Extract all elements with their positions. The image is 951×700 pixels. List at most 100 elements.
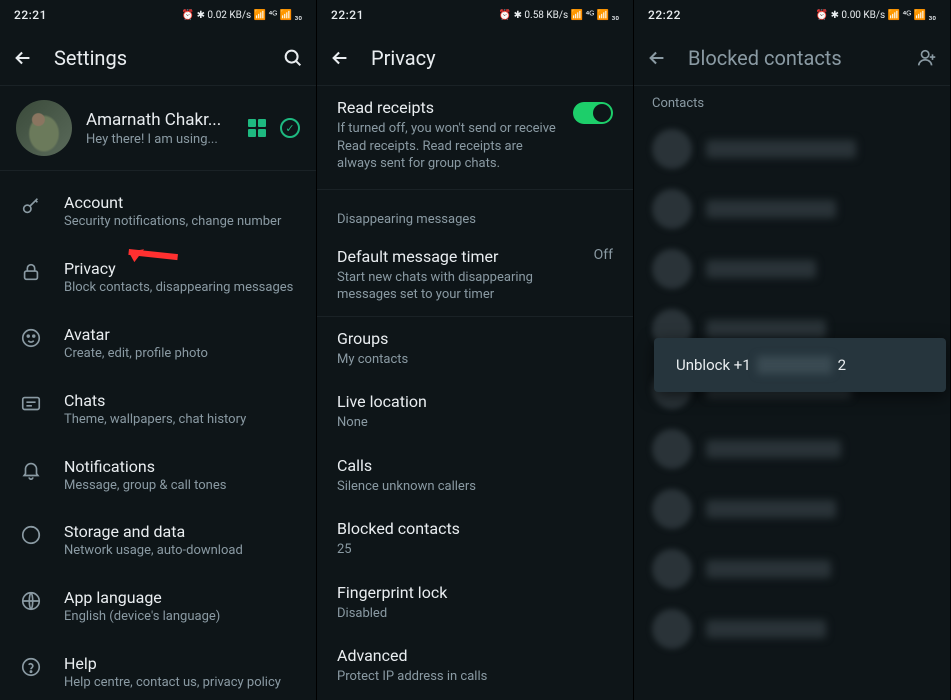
item-desc: Start new chats with disappearing messag…: [337, 269, 594, 304]
status-bar: 22:21 ⏰ ✱ 0.02 KB/s 📶 ⁴ᴳ 📶 ₃₀: [0, 0, 316, 30]
calls-row[interactable]: CallsSilence unknown callers: [317, 444, 633, 508]
contact-avatar: [652, 129, 692, 169]
settings-item-privacy[interactable]: Privacy Block contacts, disappearing mess…: [0, 245, 316, 311]
bell-icon: [20, 459, 42, 481]
settings-item-language[interactable]: App language English (device's language): [0, 574, 316, 640]
advanced-row[interactable]: Advanced Protect IP address in calls: [317, 634, 633, 698]
status-indicators: ⏰ ✱ 0.02 KB/s 📶 ⁴ᴳ 📶 ₃₀: [182, 10, 302, 21]
item-title: Default message timer: [337, 247, 594, 266]
item-title: App language: [64, 588, 300, 607]
chat-icon: [20, 393, 42, 415]
item-title: Notifications: [64, 457, 300, 476]
section-header: Disappearing messages: [317, 190, 633, 235]
settings-screen: 22:21 ⏰ ✱ 0.02 KB/s 📶 ⁴ᴳ 📶 ₃₀ Settings A…: [0, 0, 317, 700]
back-icon[interactable]: [646, 47, 668, 69]
privacy-screen: 22:21 ⏰ ✱ 0.58 KB/s 📶 ⁴ᴳ 📶 ₃₀ Privacy Re…: [317, 0, 634, 700]
item-value: Off: [594, 247, 613, 263]
key-icon: [20, 195, 42, 217]
status-indicators: ⏰ ✱ 0.58 KB/s 📶 ⁴ᴳ 📶 ₃₀: [499, 10, 619, 21]
search-icon[interactable]: [282, 47, 304, 69]
item-title: Live location: [337, 392, 613, 411]
item-title: Account: [64, 193, 300, 212]
settings-item-account[interactable]: Account Security notifications, change nu…: [0, 179, 316, 245]
item-title: Help: [64, 654, 300, 673]
settings-item-notifications[interactable]: Notifications Message, group & call tones: [0, 443, 316, 509]
contact-avatar: [652, 249, 692, 289]
item-desc: Security notifications, change number: [64, 214, 300, 231]
contact-name-redacted: [706, 440, 841, 458]
contact-name-redacted: [706, 560, 831, 578]
contact-row[interactable]: [634, 239, 950, 299]
profile-row[interactable]: Amarnath Chakr... Hey there! I am using.…: [0, 86, 316, 171]
status-indicators: ⏰ ✱ 0.00 KB/s 📶 ⁴ᴳ 📶 ₃₀: [816, 10, 936, 21]
contact-avatar: [652, 489, 692, 529]
contact-name-redacted: [706, 260, 816, 278]
status-bar: 22:22 ⏰ ✱ 0.00 KB/s 📶 ⁴ᴳ 📶 ₃₀: [634, 0, 950, 30]
item-title: Avatar: [64, 325, 300, 344]
item-desc: 25: [337, 541, 613, 559]
page-title: Settings: [54, 46, 262, 70]
app-bar: Settings: [0, 30, 316, 86]
settings-item-chats[interactable]: Chats Theme, wallpapers, chat history: [0, 377, 316, 443]
item-title: Fingerprint lock: [337, 583, 613, 602]
fingerprint-lock-row[interactable]: Fingerprint lock Disabled: [317, 571, 633, 635]
app-bar: Blocked contacts: [634, 30, 950, 86]
item-title: Calls: [337, 456, 613, 475]
read-receipts-toggle[interactable]: [573, 102, 613, 124]
back-icon[interactable]: [12, 47, 34, 69]
qr-code-icon[interactable]: [248, 119, 266, 137]
live-location-row[interactable]: Live locationNone: [317, 380, 633, 444]
contact-name-redacted: [706, 620, 826, 638]
contact-row[interactable]: [634, 419, 950, 479]
profile-name: Amarnath Chakr...: [86, 110, 234, 130]
profile-status: Hey there! I am using...: [86, 132, 234, 147]
item-desc: Protect IP address in calls: [337, 668, 613, 686]
unblock-context-menu[interactable]: Unblock +1 00 000 000 2: [654, 338, 946, 392]
unblock-label: Unblock +1 00 000 000 2: [676, 356, 846, 374]
page-title: Privacy: [371, 46, 621, 70]
clock-time: 22:21: [14, 8, 47, 22]
blocked-contacts-screen: 22:22 ⏰ ✱ 0.00 KB/s 📶 ⁴ᴳ 📶 ₃₀ Blocked co…: [634, 0, 951, 700]
item-desc: My contacts: [337, 351, 613, 369]
blocked-contacts-row[interactable]: Blocked contacts 25: [317, 507, 633, 571]
face-icon: [20, 327, 42, 349]
profile-text: Amarnath Chakr... Hey there! I am using.…: [86, 110, 234, 147]
app-bar: Privacy: [317, 30, 633, 86]
item-desc: Create, edit, profile photo: [64, 346, 300, 363]
settings-item-storage[interactable]: Storage and dataNetwork usage, auto-down…: [0, 508, 316, 574]
settings-item-avatar[interactable]: Avatar Create, edit, profile photo: [0, 311, 316, 377]
item-title: Privacy: [64, 259, 300, 278]
contact-row[interactable]: [634, 479, 950, 539]
item-desc: Message, group & call tones: [64, 478, 300, 495]
item-desc: Theme, wallpapers, chat history: [64, 412, 300, 429]
item-title: Chats: [64, 391, 300, 410]
profile-actions: ✓: [248, 118, 300, 138]
item-desc: Help centre, contact us, privacy policy: [64, 675, 300, 692]
contact-row[interactable]: [634, 539, 950, 599]
page-title: Blocked contacts: [688, 46, 896, 70]
read-receipts-row[interactable]: Read receipts If turned off, you won't s…: [317, 86, 633, 189]
contacts-section-header: Contacts: [634, 86, 950, 119]
default-timer-row[interactable]: Default message timer Start new chats wi…: [317, 235, 633, 316]
contact-avatar: [652, 549, 692, 589]
item-title: Blocked contacts: [337, 519, 613, 538]
contact-row[interactable]: [634, 119, 950, 179]
back-icon[interactable]: [329, 47, 351, 69]
settings-item-help[interactable]: Help Help centre, contact us, privacy pol…: [0, 640, 316, 700]
item-desc: English (device's language): [64, 609, 300, 626]
item-desc: Disabled: [337, 605, 613, 623]
status-bar: 22:21 ⏰ ✱ 0.58 KB/s 📶 ⁴ᴳ 📶 ₃₀: [317, 0, 633, 30]
groups-row[interactable]: Groups My contacts: [317, 317, 633, 381]
contact-name-redacted: [706, 200, 836, 218]
globe-icon: [20, 590, 42, 612]
item-desc: Block contacts, disappearing messages: [64, 280, 300, 297]
contact-row[interactable]: [634, 599, 950, 659]
contact-avatar: [652, 189, 692, 229]
item-title: Groups: [337, 329, 613, 348]
contact-row[interactable]: [634, 179, 950, 239]
item-title: Advanced: [337, 646, 613, 665]
add-person-icon[interactable]: [916, 47, 938, 69]
check-circle-icon[interactable]: ✓: [280, 118, 300, 138]
settings-list: Account Security notifications, change nu…: [0, 171, 316, 700]
contact-name-redacted: [706, 500, 836, 518]
